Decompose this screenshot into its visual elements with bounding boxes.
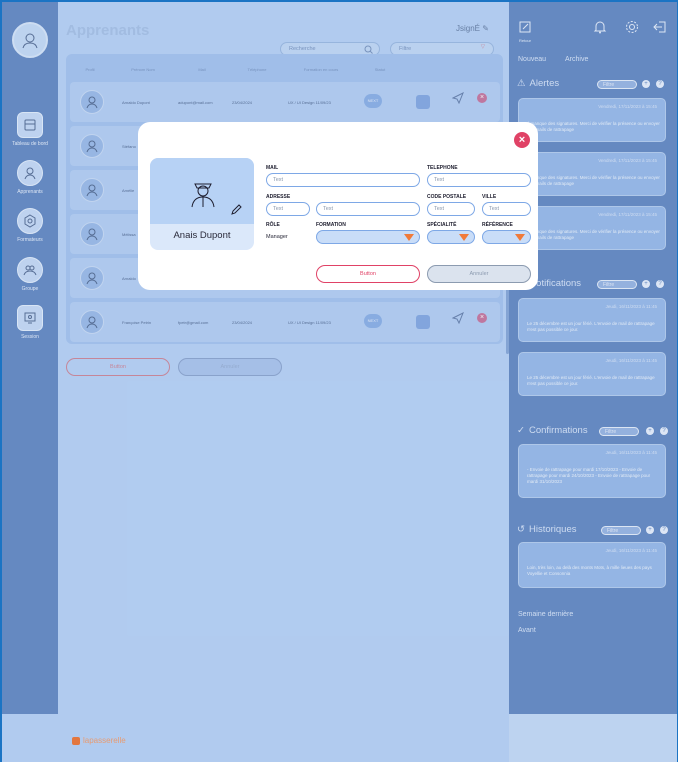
telephone-field[interactable]: Text [427, 173, 531, 187]
close-icon[interactable]: × [514, 132, 530, 148]
postal-code-field[interactable]: Text [427, 202, 475, 216]
label-reference: RÉFÉRENCE [482, 222, 513, 228]
chevron-down-icon [404, 234, 414, 241]
specialite-select[interactable] [427, 230, 475, 244]
label-formation: FORMATION [316, 222, 346, 228]
label-adresse: ADRESSE [266, 194, 291, 200]
modal-cancel-button[interactable]: Annuler [427, 265, 531, 283]
profile-modal: × Anais Dupont MAIL Text TELEPHONE Text … [138, 122, 538, 290]
address-street-field[interactable]: Text [316, 202, 420, 216]
profile-card: Anais Dupont [150, 158, 254, 250]
chevron-down-icon [459, 234, 469, 241]
chevron-down-icon [515, 234, 525, 241]
modal-overlay[interactable] [2, 2, 677, 762]
label-specialite: SPÉCIALITÉ [427, 222, 457, 228]
role-value: Manager [266, 234, 288, 240]
avatar-icon [191, 183, 215, 208]
modal-primary-button[interactable]: Button [316, 265, 420, 283]
app-window: Tableau de bord Apprenants Formateurs Gr… [2, 2, 677, 762]
label-role: RÔLE [266, 222, 280, 228]
label-ville: VILLE [482, 194, 497, 200]
label-telephone: TELEPHONE [427, 165, 458, 171]
mail-field[interactable]: Text [266, 173, 420, 187]
formation-select[interactable] [316, 230, 420, 244]
city-field[interactable]: Text [482, 202, 531, 216]
reference-select[interactable] [482, 230, 531, 244]
profile-avatar-area [150, 158, 254, 224]
profile-name: Anais Dupont [173, 230, 231, 241]
label-mail: MAIL [266, 165, 279, 171]
label-code-postale: CODE POSTALE [427, 194, 467, 200]
edit-pencil-icon[interactable] [230, 204, 242, 216]
address-number-field[interactable]: Text [266, 202, 310, 216]
